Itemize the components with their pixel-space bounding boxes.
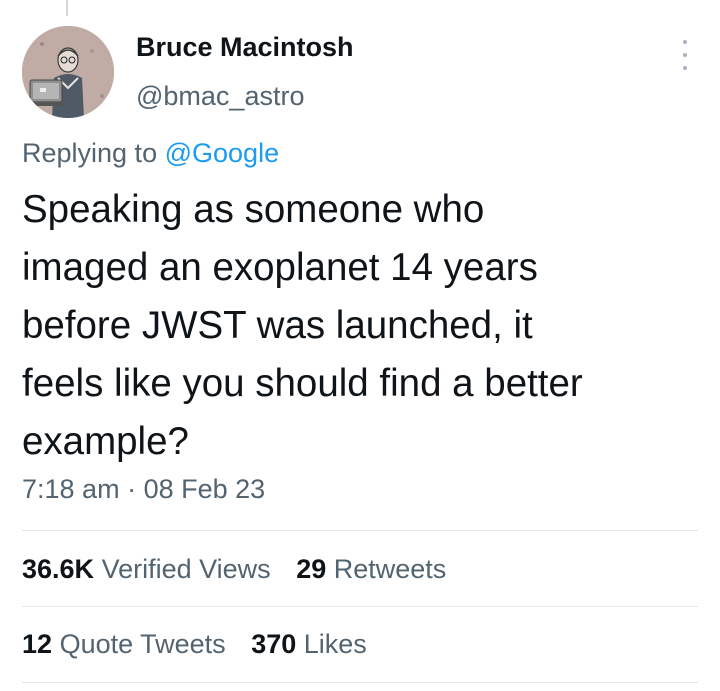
- replying-to: Replying to @Google: [22, 138, 279, 169]
- tweet-text-line: Speaking as someone who: [22, 188, 485, 231]
- divider: [22, 530, 698, 531]
- replying-to-prefix: Replying to: [22, 138, 158, 168]
- quote-tweets-stat[interactable]: 12 Quote Tweets: [22, 629, 226, 660]
- timestamp-separator: ·: [127, 474, 137, 504]
- tweet-text: Speaking as someone who imaged an exopla…: [22, 181, 702, 471]
- more-dot: [683, 53, 687, 57]
- author-name[interactable]: Bruce Macintosh: [136, 32, 354, 63]
- replying-to-mention-link[interactable]: @Google: [165, 138, 279, 168]
- likes-stat[interactable]: 370 Likes: [251, 629, 367, 660]
- author-handle[interactable]: @bmac_astro: [136, 81, 304, 112]
- more-vertical-icon[interactable]: [677, 40, 693, 70]
- retweets-stat[interactable]: 29 Retweets: [296, 554, 446, 585]
- likes-label: Likes: [303, 629, 367, 659]
- retweets-label: Retweets: [333, 554, 447, 584]
- more-dot: [683, 66, 687, 70]
- quote-tweets-label: Quote Tweets: [59, 629, 226, 659]
- stats-row-views-retweets: 36.6K Verified Views 29 Retweets: [22, 554, 446, 585]
- tweet-timestamp[interactable]: 7:18 am · 08 Feb 23: [22, 474, 265, 505]
- retweets-count: 29: [296, 554, 327, 584]
- tweet-date: 08 Feb 23: [143, 474, 266, 504]
- tweet-time: 7:18 am: [22, 474, 120, 504]
- more-dot: [683, 40, 687, 44]
- likes-count: 370: [251, 629, 297, 659]
- views-stat[interactable]: 36.6K Verified Views: [22, 554, 271, 585]
- quote-tweets-count: 12: [22, 629, 53, 659]
- stats-row-quotes-likes: 12 Quote Tweets 370 Likes: [22, 629, 367, 660]
- tweet-text-line: example?: [22, 420, 189, 463]
- tweet-text-line: imaged an exoplanet 14 years: [22, 246, 538, 289]
- avatar-illustration: [22, 26, 114, 118]
- tweet-text-line: feels like you should find a better: [22, 362, 583, 405]
- divider: [22, 606, 698, 607]
- thread-connector-line: [66, 0, 68, 16]
- tweet-text-line: before JWST was launched, it: [22, 304, 533, 347]
- views-label: Verified Views: [101, 554, 271, 584]
- divider: [22, 682, 698, 683]
- avatar[interactable]: [22, 26, 114, 118]
- views-count: 36.6K: [22, 554, 95, 584]
